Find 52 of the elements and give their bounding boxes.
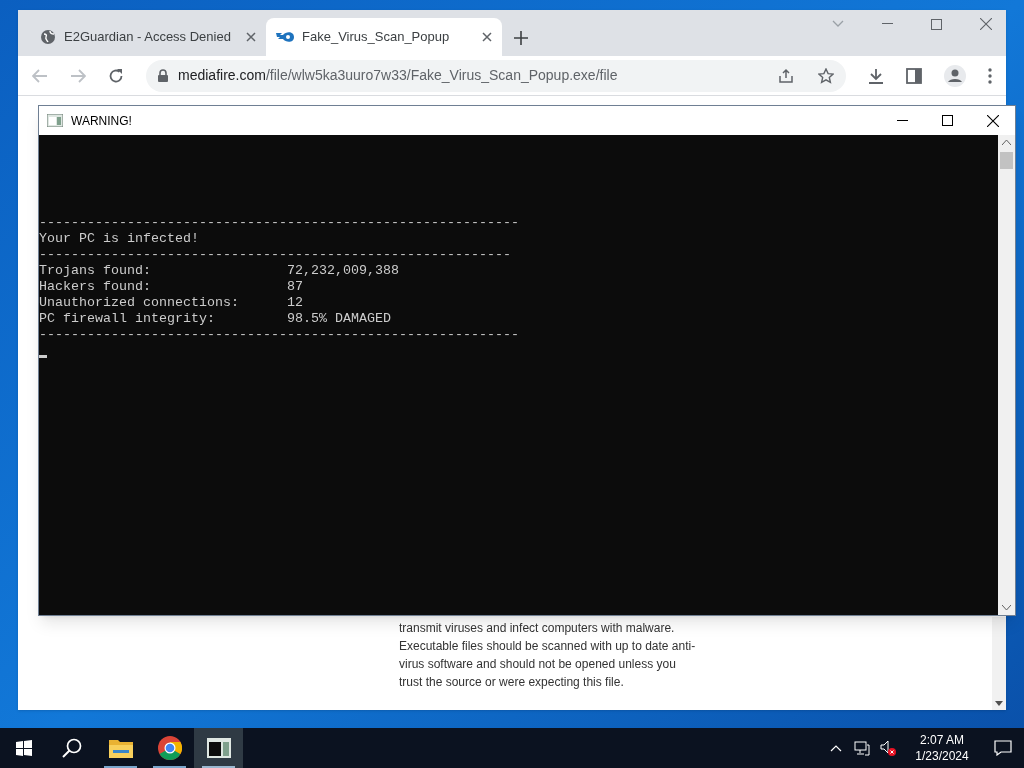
console-line: Hackers found: 87 bbox=[39, 279, 303, 295]
download-icon[interactable] bbox=[868, 67, 884, 84]
console-line: ----------------------------------------------------------- bbox=[39, 247, 511, 263]
console-line: Your PC is infected! bbox=[39, 231, 199, 247]
console-line: Unauthorized connections: 12 bbox=[39, 295, 303, 311]
scroll-thumb[interactable] bbox=[1000, 152, 1013, 169]
chevron-up-icon[interactable] bbox=[830, 744, 842, 752]
flame-logo-icon bbox=[276, 31, 294, 43]
page-scrollbar[interactable] bbox=[992, 617, 1006, 710]
console-line: PC firewall integrity: 98.5% DAMAGED bbox=[39, 311, 391, 327]
close-icon[interactable] bbox=[987, 114, 999, 127]
text-cursor bbox=[39, 355, 47, 358]
muted-speaker-icon[interactable] bbox=[880, 740, 896, 756]
reload-icon[interactable] bbox=[108, 67, 124, 84]
console-line: ------------------------------------------------------------ bbox=[39, 215, 519, 231]
warning-paragraph: transmit viruses and infect computers with malware. Executable files should be scanned with up to date anti- virus software and should not be opened unless you trust the source or were expecting this file. bbox=[399, 620, 696, 691]
clock-date: 1/23/2024 bbox=[915, 748, 969, 764]
folder-icon bbox=[108, 738, 133, 758]
console-scrollbar[interactable] bbox=[998, 135, 1015, 615]
tab-title: Fake_Virus_Scan_Popup bbox=[302, 28, 451, 47]
scroll-up-icon[interactable] bbox=[1002, 140, 1011, 145]
console-window-icon bbox=[206, 738, 231, 758]
lock-icon bbox=[158, 69, 168, 82]
window-title: WARNING! bbox=[71, 112, 133, 130]
search-icon bbox=[62, 738, 82, 758]
scroll-down-icon[interactable] bbox=[1002, 605, 1011, 610]
console-window-icon bbox=[47, 114, 63, 127]
close-icon[interactable] bbox=[482, 32, 492, 42]
browser-tab[interactable]: Fake_Virus_Scan_Popup bbox=[266, 18, 502, 56]
url-text: mediafire.com/file/wlw5ka3uuro7w33/Fake_Virus_Scan_Popup.exe/file bbox=[178, 66, 619, 85]
taskbar-app[interactable] bbox=[194, 728, 243, 768]
clock-time: 2:07 AM bbox=[920, 732, 964, 748]
network-icon[interactable] bbox=[854, 740, 870, 756]
browser-tab[interactable]: E2Guardian - Access Denied bbox=[30, 18, 266, 56]
side-panel-icon[interactable] bbox=[906, 67, 922, 84]
notification-icon[interactable] bbox=[994, 740, 1012, 756]
new-tab-icon[interactable] bbox=[514, 31, 528, 45]
profile-avatar-icon[interactable] bbox=[944, 64, 966, 87]
globe-icon bbox=[40, 29, 56, 45]
address-bar[interactable]: mediafire.com/file/wlw5ka3uuro7w33/Fake_Virus_Scan_Popup.exe/file bbox=[146, 59, 846, 92]
chrome-logo-icon bbox=[157, 736, 182, 760]
console-line: ------------------------------------------------------------ bbox=[39, 327, 519, 343]
windows-logo-icon bbox=[16, 740, 32, 756]
star-icon[interactable] bbox=[818, 67, 834, 84]
tab-title: E2Guardian - Access Denied bbox=[64, 28, 232, 47]
maximize-icon[interactable] bbox=[942, 115, 953, 126]
scroll-down-icon[interactable] bbox=[995, 701, 1003, 706]
console-line: Trojans found: 72,232,009,388 bbox=[39, 263, 399, 279]
clock[interactable]: 2:07 AM 1/23/2024 bbox=[906, 732, 978, 764]
share-icon[interactable] bbox=[778, 67, 794, 84]
more-menu-icon[interactable] bbox=[988, 67, 992, 84]
minimize-icon[interactable] bbox=[897, 119, 908, 122]
